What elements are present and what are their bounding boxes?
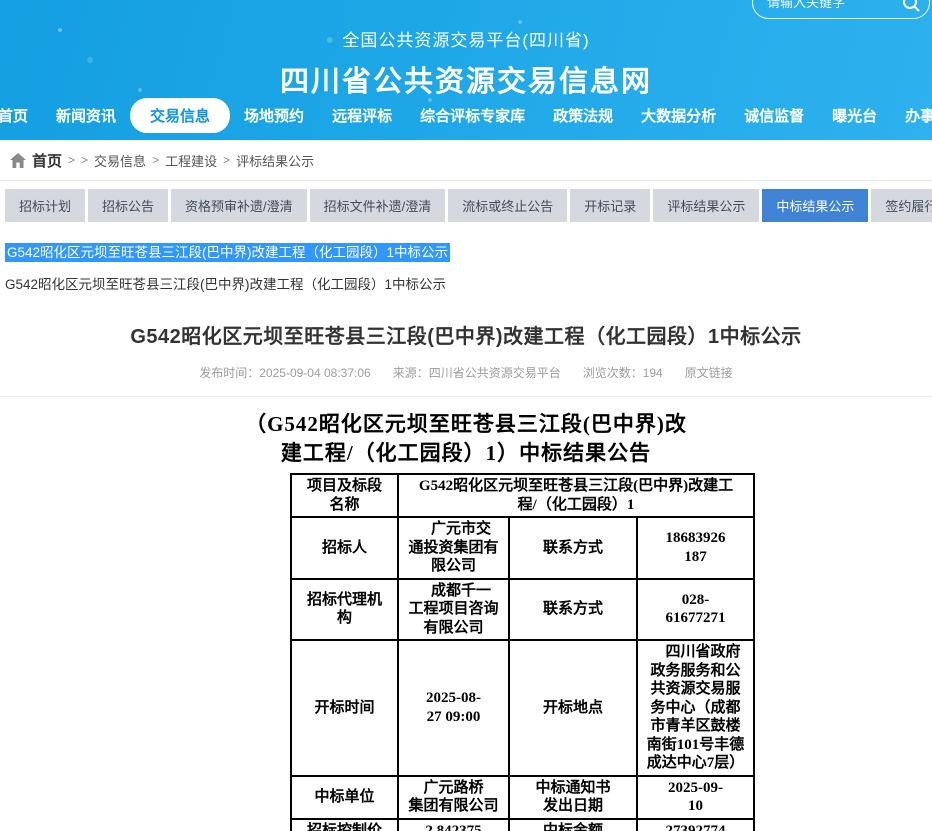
tab-item[interactable]: 签约履行 <box>871 189 932 222</box>
table-row: 开标时间2025-08- 27 09:00开标地点 四川省政府 政务服务和公 共… <box>291 640 754 776</box>
table-cell: 招标代理机 构 <box>291 579 398 641</box>
table-row: 中标单位广元路桥 集团有限公司中标通知书 发出日期2025-09- 10 <box>291 776 754 819</box>
page-title: G542昭化区元坝至旺苍县三江段(巴中界)改建工程（化工园段）1中标公示 <box>0 320 932 349</box>
search-box[interactable] <box>752 0 930 19</box>
table-cell: 招标人 <box>291 517 398 579</box>
nav-item[interactable]: 新闻资讯 <box>42 98 130 133</box>
meta-item: 来源：四川省公共资源交易平台 <box>393 364 561 381</box>
meta-item: 发布时间：2025-09-04 08:37:06 <box>199 364 370 381</box>
divider <box>0 396 932 397</box>
origin-link[interactable]: 原文链接 <box>685 364 733 381</box>
breadcrumb-item[interactable]: 工程建设 <box>165 151 217 170</box>
nav-item[interactable]: 远程评标 <box>318 98 406 133</box>
tab-item[interactable]: 招标公告 <box>88 189 168 222</box>
meta-item: 浏览次数：194 <box>583 364 663 381</box>
site-header: 全国公共资源交易平台(四川省) 四川省公共资源交易信息网 首页新闻资讯交易信息场… <box>0 0 932 140</box>
table-cell: 联系方式 <box>509 517 637 579</box>
breadcrumb-separator: > <box>68 153 75 167</box>
table-cell: 028- 61677271 <box>637 579 754 641</box>
list-item-link[interactable]: G542昭化区元坝至旺苍县三江段(巴中界)改建工程（化工园段）1中标公示 <box>5 273 927 293</box>
table-cell: 四川省政府 政务服务和公 共资源交易服 务中心（成都 市青羊区鼓楼 南街101号… <box>637 640 754 776</box>
table-cell: 2025-08- 27 09:00 <box>398 640 509 776</box>
table-cell: 2025-09- 10 <box>637 776 754 819</box>
search-input[interactable] <box>767 0 901 10</box>
table-cell: 联系方式 <box>509 579 637 641</box>
selected-list-item-link[interactable]: G542昭化区元坝至旺苍县三江段(巴中界)改建工程（化工园段）1中标公示 <box>5 243 450 262</box>
announcement-list: G542昭化区元坝至旺苍县三江段(巴中界)改建工程（化工园段）1中标公示 G54… <box>5 241 927 293</box>
table-cell: 广元市交 通投资集团有 限公司 <box>398 517 509 579</box>
table-cell: G542昭化区元坝至旺苍县三江段(巴中界)改建工 程/（化工园段）1 <box>398 474 754 517</box>
breadcrumb-item[interactable]: 交易信息 <box>94 151 146 170</box>
document-title: （G542昭化区元坝至旺苍县三江段(巴中界)改 建工程/（化工园段）1）中标结果… <box>0 410 932 468</box>
site-title: 四川省公共资源交易信息网 <box>0 58 932 100</box>
table-cell: 18683926 187 <box>637 517 754 579</box>
breadcrumb: 首页 > > 交易信息 > 工程建设 > 评标结果公示 <box>0 140 932 181</box>
nav-item[interactable]: 诚信监督 <box>730 98 818 133</box>
breadcrumb-items: > 交易信息 > 工程建设 > 评标结果公示 <box>81 151 314 170</box>
nav-item[interactable]: 办事 <box>891 98 932 133</box>
breadcrumb-home[interactable]: 首页 <box>32 150 62 171</box>
tab-item[interactable]: 招标计划 <box>5 189 85 222</box>
result-table: 项目及标段 名称G542昭化区元坝至旺苍县三江段(巴中界)改建工 程/（化工园段… <box>290 473 755 831</box>
tab-item[interactable]: 招标文件补遗/澄清 <box>310 189 446 222</box>
table-row: 招标代理机 构 成都千一 工程项目咨询 有限公司联系方式028- 6167727… <box>291 579 754 641</box>
table-cell: 项目及标段 名称 <box>291 474 398 517</box>
tab-active[interactable]: 中标结果公示 <box>762 189 868 222</box>
table-row: 项目及标段 名称G542昭化区元坝至旺苍县三江段(巴中界)改建工 程/（化工园段… <box>291 474 754 517</box>
nav-item[interactable]: 政策法规 <box>539 98 627 133</box>
announcement-document: （G542昭化区元坝至旺苍县三江段(巴中界)改 建工程/（化工园段）1）中标结果… <box>0 410 932 831</box>
nav-item[interactable]: 交易信息 <box>130 98 230 133</box>
table-cell: 27392774 .56元 <box>637 819 754 831</box>
breadcrumb-separator: > <box>81 153 88 167</box>
nav-item[interactable]: 场地预约 <box>230 98 318 133</box>
table-cell: 成都千一 工程项目咨询 有限公司 <box>398 579 509 641</box>
nav-item[interactable]: 曝光台 <box>818 98 891 133</box>
tab-item[interactable]: 流标或终止公告 <box>448 189 567 222</box>
table-cell: 2.842375 8E7 <box>398 819 509 831</box>
tab-item[interactable]: 开标记录 <box>570 189 650 222</box>
nav-item[interactable]: 大数据分析 <box>627 98 730 133</box>
breadcrumb-item[interactable]: 评标结果公示 <box>236 151 314 170</box>
table-cell: 开标时间 <box>291 640 398 776</box>
main-nav: 首页新闻资讯交易信息场地预约远程评标综合评标专家库政策法规大数据分析诚信监督曝光… <box>0 98 932 133</box>
article-meta: 发布时间：2025-09-04 08:37:06 来源：四川省公共资源交易平台 浏览… <box>0 364 932 381</box>
table-cell: 中标单位 <box>291 776 398 819</box>
table-cell: 招标控制价 （元） <box>291 819 398 831</box>
table-cell: 中标金额 （元） <box>509 819 637 831</box>
table-row: 招标人 广元市交 通投资集团有 限公司联系方式18683926 187 <box>291 517 754 579</box>
nav-item[interactable]: 综合评标专家库 <box>406 98 539 133</box>
table-cell: 中标通知书 发出日期 <box>509 776 637 819</box>
search-icon[interactable] <box>901 0 921 13</box>
tab-item[interactable]: 资格预审补遗/澄清 <box>171 189 307 222</box>
table-row: 招标控制价 （元）2.842375 8E7中标金额 （元）27392774 .5… <box>291 819 754 831</box>
home-icon[interactable] <box>10 153 26 168</box>
table-cell: 广元路桥 集团有限公司 <box>398 776 509 819</box>
list-row: G542昭化区元坝至旺苍县三江段(巴中界)改建工程（化工园段）1中标公示 <box>5 241 927 262</box>
tab-item[interactable]: 评标结果公示 <box>653 189 759 222</box>
nav-item[interactable]: 首页 <box>0 98 42 133</box>
breadcrumb-separator: > <box>223 153 230 167</box>
table-cell: 开标地点 <box>509 640 637 776</box>
breadcrumb-separator: > <box>152 153 159 167</box>
category-tabs: 招标计划招标公告资格预审补遗/澄清招标文件补遗/澄清流标或终止公告开标记录评标结… <box>5 189 927 222</box>
